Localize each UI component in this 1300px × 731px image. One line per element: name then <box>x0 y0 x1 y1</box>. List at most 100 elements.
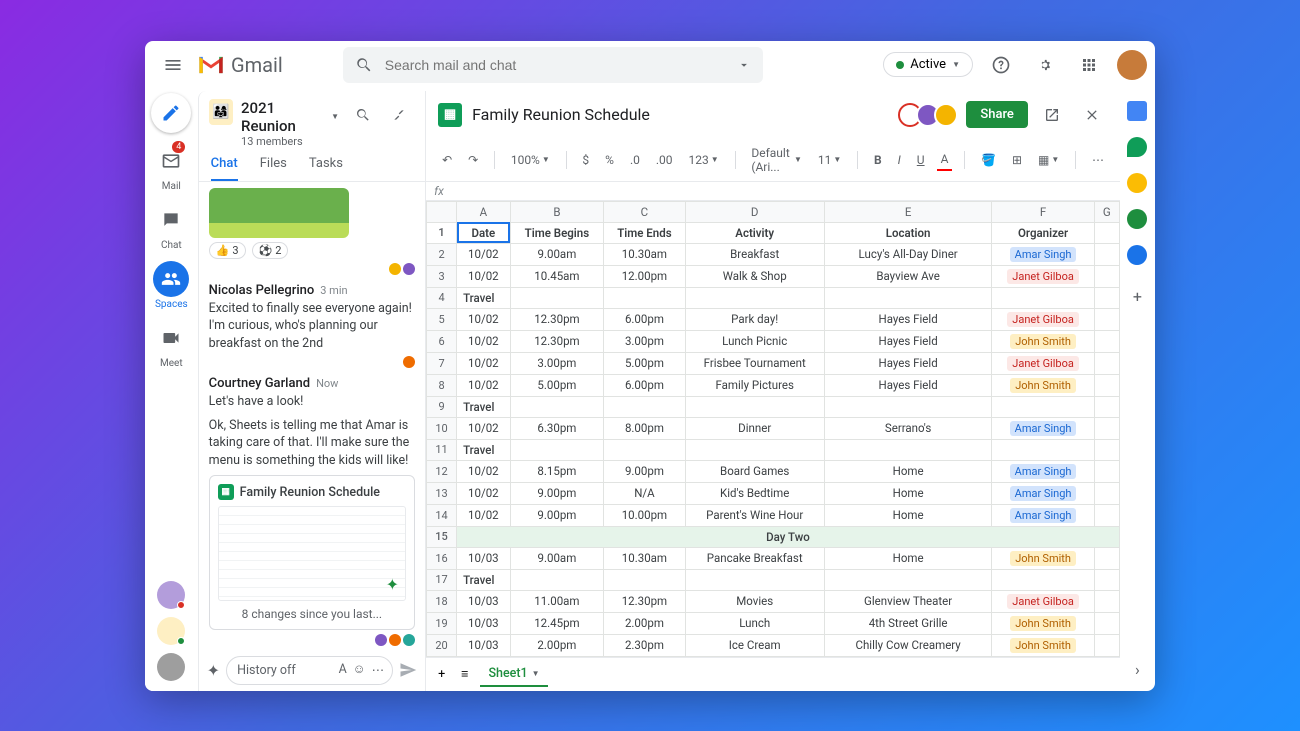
settings-button[interactable] <box>1029 49 1061 81</box>
tasks-icon[interactable] <box>1127 173 1147 193</box>
cell[interactable]: Travel <box>457 569 511 590</box>
search-box[interactable] <box>343 47 763 83</box>
tab-tasks[interactable]: Tasks <box>309 156 343 181</box>
col-header[interactable]: C <box>604 201 685 222</box>
numfmt-button[interactable]: 123▼ <box>685 150 723 170</box>
cell[interactable]: Home <box>824 504 992 526</box>
compose-button[interactable] <box>151 93 191 133</box>
percent-button[interactable]: % <box>601 150 618 170</box>
collaborator-avatars[interactable] <box>904 103 958 127</box>
cell[interactable]: 8.00pm <box>604 417 685 439</box>
rail-meet[interactable]: Meet <box>153 320 189 369</box>
cell[interactable]: Lunch <box>685 612 824 634</box>
cell[interactable]: 10.45am <box>510 265 604 287</box>
redo-button[interactable]: ↷ <box>464 150 482 170</box>
cell[interactable]: 2.30pm <box>604 634 685 656</box>
cell[interactable]: 6.30pm <box>510 417 604 439</box>
cell[interactable]: Hayes Field <box>824 374 992 396</box>
cell[interactable]: Travel <box>457 396 511 417</box>
inc-button[interactable]: .00 <box>652 150 677 170</box>
row-header[interactable]: 4 <box>427 287 457 308</box>
cell[interactable]: Pancake Breakfast <box>685 547 824 569</box>
format-icon[interactable]: A <box>339 662 347 678</box>
share-button[interactable]: Share <box>966 101 1028 128</box>
all-sheets-button[interactable]: ≡ <box>457 664 472 685</box>
cell[interactable]: Hayes Field <box>824 330 992 352</box>
cell[interactable]: Ice Cream <box>685 634 824 656</box>
cell[interactable]: 10/02 <box>457 482 511 504</box>
cell[interactable]: Date <box>457 222 511 243</box>
cell[interactable]: 10.00pm <box>604 504 685 526</box>
cell[interactable]: Dinner <box>685 417 824 439</box>
contact-avatar[interactable] <box>157 653 185 681</box>
row-header[interactable]: 12 <box>427 460 457 482</box>
col-header[interactable]: A <box>457 201 511 222</box>
cell[interactable]: John Smith <box>992 612 1094 634</box>
cell[interactable]: Janet Gilboa <box>992 352 1094 374</box>
col-header[interactable]: F <box>992 201 1094 222</box>
cell[interactable]: Activity <box>685 222 824 243</box>
cell[interactable]: Day Two <box>457 526 1120 547</box>
hide-panel-button[interactable]: › <box>1135 660 1140 679</box>
zoom-select[interactable]: 100% ▼ <box>507 150 554 170</box>
cell[interactable]: Movies <box>685 590 824 612</box>
cell[interactable]: 10/02 <box>457 460 511 482</box>
underline-button[interactable]: U <box>913 150 929 170</box>
cell[interactable]: Amar Singh <box>992 482 1094 504</box>
cell[interactable]: 12.30pm <box>604 590 685 612</box>
reaction-thumbs[interactable]: 👍 3 <box>209 242 246 259</box>
cell[interactable]: 9.00am <box>510 243 604 265</box>
cell[interactable]: 3.00pm <box>510 352 604 374</box>
row-header[interactable]: 1 <box>427 222 457 243</box>
row-header[interactable]: 2 <box>427 243 457 265</box>
cell[interactable]: Amar Singh <box>992 417 1094 439</box>
add-addon-button[interactable]: + <box>1133 287 1142 306</box>
sheet-tab[interactable]: Sheet1 ▼ <box>480 662 547 687</box>
cell[interactable]: 12.30pm <box>510 330 604 352</box>
cell[interactable]: 10.30am <box>604 243 685 265</box>
cell[interactable]: 12.30pm <box>510 308 604 330</box>
cell[interactable]: 10/03 <box>457 590 511 612</box>
cell[interactable]: 5.00pm <box>604 352 685 374</box>
cell[interactable]: Time Ends <box>604 222 685 243</box>
row-header[interactable]: 13 <box>427 482 457 504</box>
currency-button[interactable]: $ <box>578 150 593 170</box>
help-button[interactable] <box>985 49 1017 81</box>
contact-avatar[interactable] <box>157 617 185 645</box>
col-header[interactable]: D <box>685 201 824 222</box>
emoji-icon[interactable]: ☺ <box>353 662 366 678</box>
row-header[interactable]: 11 <box>427 439 457 460</box>
reaction-soccer[interactable]: ⚽ 2 <box>252 242 289 259</box>
cell[interactable]: John Smith <box>992 634 1094 656</box>
cell[interactable]: Location <box>824 222 992 243</box>
cell[interactable]: 10/03 <box>457 612 511 634</box>
cell[interactable]: 5.00pm <box>510 374 604 396</box>
account-avatar[interactable] <box>1117 50 1147 80</box>
cell[interactable]: Janet Gilboa <box>992 590 1094 612</box>
formula-bar[interactable]: fx <box>426 182 1120 201</box>
cell[interactable]: 10.30am <box>604 547 685 569</box>
keep-icon[interactable] <box>1127 137 1147 157</box>
row-header[interactable]: 7 <box>427 352 457 374</box>
cell[interactable]: Janet Gilboa <box>992 265 1094 287</box>
cell[interactable]: 10/02 <box>457 504 511 526</box>
cell[interactable]: Kid's Bedtime <box>685 482 824 504</box>
rail-mail[interactable]: 4 Mail <box>153 143 189 192</box>
dec-button[interactable]: .0 <box>626 150 644 170</box>
cell[interactable]: 10/02 <box>457 352 511 374</box>
cell[interactable]: 4th Street Grille <box>824 612 992 634</box>
cell[interactable]: John Smith <box>992 374 1094 396</box>
row-header[interactable]: 14 <box>427 504 457 526</box>
sheet-preview-card[interactable]: ▦ Family Reunion Schedule ✦ 8 changes si… <box>209 475 415 630</box>
cell[interactable]: Home <box>824 547 992 569</box>
add-sheet-button[interactable]: + <box>434 664 449 685</box>
main-menu-button[interactable] <box>153 45 193 85</box>
cell[interactable]: Amar Singh <box>992 504 1094 526</box>
row-header[interactable]: 20 <box>427 634 457 656</box>
cell[interactable]: 10/02 <box>457 243 511 265</box>
cell[interactable]: 3.00pm <box>604 330 685 352</box>
row-header[interactable]: 6 <box>427 330 457 352</box>
row-header[interactable]: 18 <box>427 590 457 612</box>
cell[interactable]: Walk & Shop <box>685 265 824 287</box>
cell[interactable]: 10/02 <box>457 308 511 330</box>
